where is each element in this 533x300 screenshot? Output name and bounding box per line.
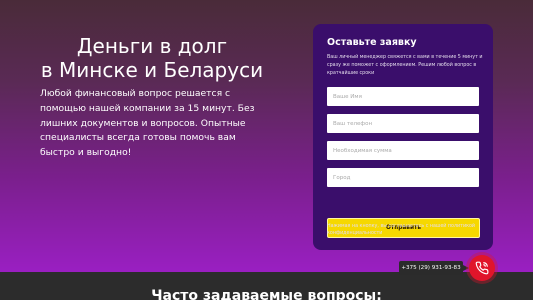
name-input[interactable] bbox=[327, 87, 479, 106]
application-form: Оставьте заявку Ваш личный менеджер свяж… bbox=[313, 24, 493, 250]
hero-section: Деньги в долг в Минске и Беларуси Любой … bbox=[0, 0, 533, 272]
hero-description: Любой финансовый вопрос решается с помощ… bbox=[40, 88, 255, 159]
faq-title: Часто задаваемые вопросы: bbox=[151, 288, 382, 300]
phone-number-link[interactable]: +375 (29) 931-93-83 bbox=[399, 261, 469, 275]
form-description: Ваш личный менеджер свяжется с вами в те… bbox=[327, 55, 483, 76]
form-title: Оставьте заявку bbox=[327, 37, 417, 48]
hero-title-line-1: Деньги в долг bbox=[76, 34, 228, 58]
hero-title-line-2: в Минске и Беларуси bbox=[40, 58, 264, 82]
phone-input[interactable] bbox=[327, 114, 479, 133]
amount-input[interactable] bbox=[327, 141, 479, 160]
faq-section: Часто задаваемые вопросы: bbox=[0, 272, 533, 300]
city-input[interactable] bbox=[327, 168, 479, 187]
phone-icon bbox=[475, 261, 489, 275]
privacy-note: Нажимая на кнопку, вы соглашаетесь с наш… bbox=[327, 224, 476, 236]
call-button[interactable] bbox=[469, 255, 495, 281]
hero-title: Деньги в долг в Минске и Беларуси bbox=[22, 34, 282, 82]
